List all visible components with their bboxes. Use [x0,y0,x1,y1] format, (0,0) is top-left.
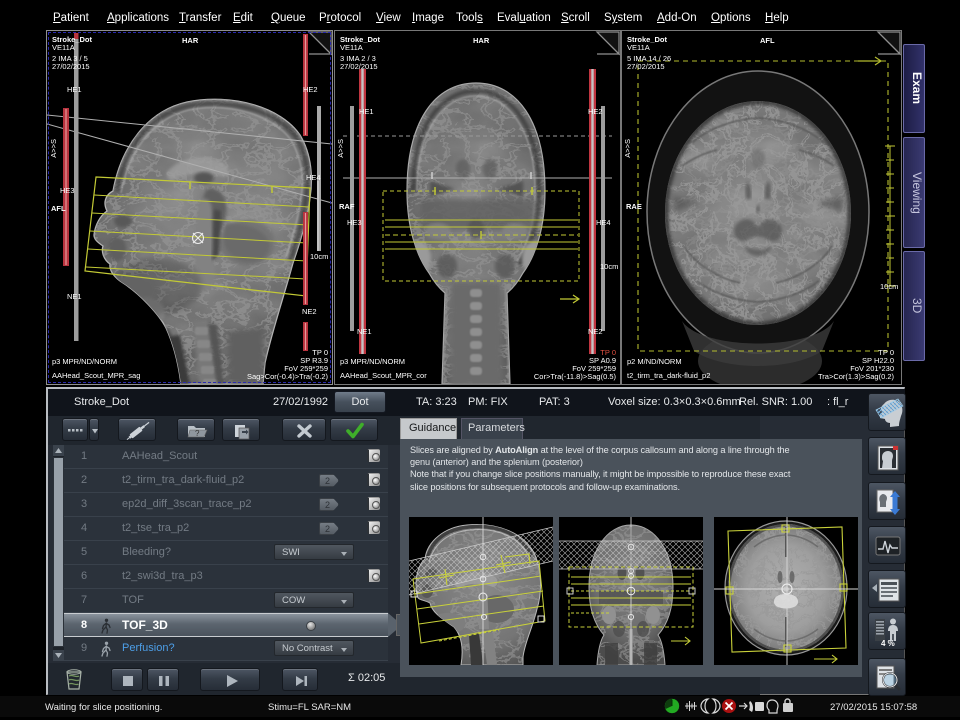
svg-text:?: ? [195,429,200,438]
svg-text:4 %: 4 % [881,639,895,648]
